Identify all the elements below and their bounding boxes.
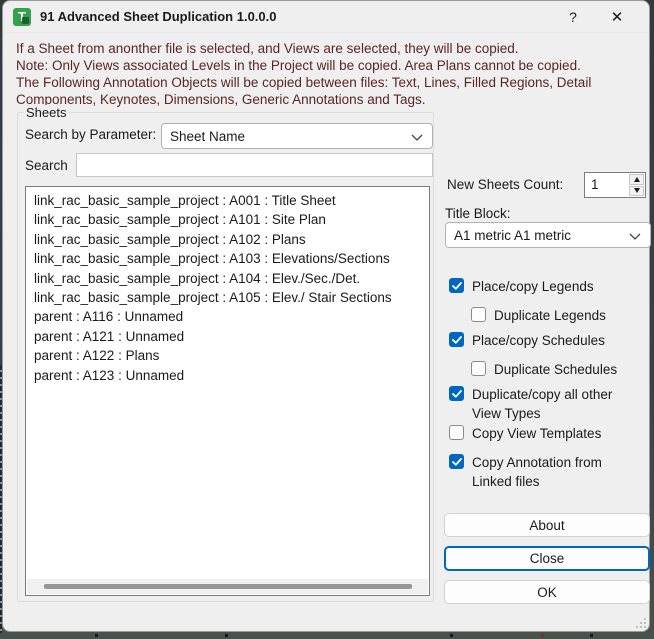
checkbox-label: Duplicate/copy all other View Types: [472, 387, 613, 421]
screen: T 91 Advanced Sheet Duplication 1.0.0.0 …: [0, 0, 654, 639]
checkbox-place-copy-schedules[interactable]: Place/copy Schedules: [449, 331, 605, 350]
sheet-list-item[interactable]: link_rac_basic_sample_project : A102 : P…: [26, 230, 429, 249]
title-block-dropdown-value: A1 metric A1 metric: [454, 227, 572, 243]
taskbar-speck: [590, 634, 593, 637]
unchecked-checkbox-icon: [471, 307, 486, 322]
checked-checkbox-icon: [449, 454, 464, 469]
dialog-window: T 91 Advanced Sheet Duplication 1.0.0.0 …: [2, 0, 651, 632]
intro-line: Note: Only Views associated Levels in th…: [16, 58, 581, 73]
checkbox-duplicate-copy-all-other-view-types[interactable]: Duplicate/copy all other View Types: [449, 385, 612, 423]
unchecked-checkbox-icon: [449, 425, 464, 440]
sheet-list-item[interactable]: parent : A121 : Unnamed: [26, 327, 429, 346]
search-by-parameter-label: Search by Parameter:: [25, 127, 157, 142]
intro-line: If a Sheet from anonther file is selecte…: [16, 41, 519, 56]
checkbox-copy-annotation-from-linked-files[interactable]: Copy Annotation from Linked files: [449, 453, 602, 491]
window-title: 91 Advanced Sheet Duplication 1.0.0.0: [40, 9, 277, 24]
search-input[interactable]: [76, 153, 433, 177]
unchecked-checkbox-icon: [471, 361, 486, 376]
checkbox-label: Place/copy Legends: [472, 279, 594, 294]
scrollbar-thumb[interactable]: [44, 584, 412, 589]
checkbox-duplicate-schedules[interactable]: Duplicate Schedules: [471, 360, 617, 379]
checkbox-label: Place/copy Schedules: [472, 333, 605, 348]
sheet-list-item[interactable]: link_rac_basic_sample_project : A104 : E…: [26, 269, 429, 288]
taskbar-speck: [95, 634, 98, 637]
action-buttons: About Close OK: [444, 513, 650, 604]
close-window-icon[interactable]: ✕: [597, 1, 637, 33]
taskbar-speck: [541, 634, 544, 637]
ok-button[interactable]: OK: [444, 580, 650, 604]
taskbar-speck: [225, 634, 228, 637]
checked-checkbox-icon: [449, 332, 464, 347]
checkbox-copy-view-templates[interactable]: Copy View Templates: [449, 424, 601, 443]
parameter-dropdown-value: Sheet Name: [170, 128, 246, 144]
checkbox-duplicate-legends[interactable]: Duplicate Legends: [471, 306, 606, 325]
sheet-list-item[interactable]: link_rac_basic_sample_project : A105 : E…: [26, 288, 429, 307]
checkbox-label: Copy Annotation from Linked files: [472, 455, 602, 489]
title-block-label: Title Block:: [445, 206, 511, 221]
sheet-list-item[interactable]: parent : A122 : Plans: [26, 346, 429, 365]
sheet-list-item[interactable]: link_rac_basic_sample_project : A103 : E…: [26, 249, 429, 268]
stepper-up-icon[interactable]: [629, 174, 644, 185]
checkbox-label: Copy View Templates: [472, 426, 602, 441]
stepper-down-icon[interactable]: [629, 185, 644, 196]
checkbox-place-copy-legends[interactable]: Place/copy Legends: [449, 277, 594, 296]
sheets-group-label: Sheets: [23, 105, 70, 120]
help-button[interactable]: ?: [553, 1, 593, 33]
title-block-dropdown[interactable]: A1 metric A1 metric: [445, 222, 651, 248]
new-sheets-count-label: New Sheets Count:: [447, 177, 564, 192]
app-icon: T: [13, 7, 31, 26]
close-button[interactable]: Close: [444, 546, 650, 571]
intro-text: If a Sheet from anonther file is selecte…: [16, 40, 644, 108]
new-sheets-count-stepper[interactable]: 1: [584, 172, 646, 198]
sheet-list-item[interactable]: link_rac_basic_sample_project : A101 : S…: [26, 210, 429, 229]
resize-grip[interactable]: [636, 618, 646, 628]
checked-checkbox-icon: [449, 386, 464, 401]
title-bar[interactable]: T 91 Advanced Sheet Duplication 1.0.0.0 …: [3, 1, 649, 33]
sheet-list-item[interactable]: parent : A116 : Unnamed: [26, 307, 429, 326]
new-sheets-count-value: 1: [591, 177, 599, 192]
chevron-down-icon: [629, 233, 641, 240]
checkbox-label: Duplicate Schedules: [494, 362, 618, 377]
chevron-down-icon: [411, 134, 423, 141]
sheet-list[interactable]: link_rac_basic_sample_project : A001 : T…: [25, 186, 430, 596]
checked-checkbox-icon: [449, 278, 464, 293]
horizontal-scrollbar[interactable]: [27, 579, 428, 594]
sheet-list-item[interactable]: parent : A123 : Unnamed: [26, 366, 429, 385]
checkbox-label: Duplicate Legends: [494, 308, 606, 323]
intro-line: The Following Annotation Objects will be…: [16, 75, 592, 90]
search-label: Search: [25, 158, 68, 173]
taskbar-speck: [450, 634, 453, 637]
parameter-dropdown[interactable]: Sheet Name: [161, 123, 433, 149]
intro-line: Components, Keynotes, Dimensions, Generi…: [16, 92, 426, 107]
about-button[interactable]: About: [444, 513, 650, 537]
sheet-list-item[interactable]: link_rac_basic_sample_project : A001 : T…: [26, 191, 429, 210]
